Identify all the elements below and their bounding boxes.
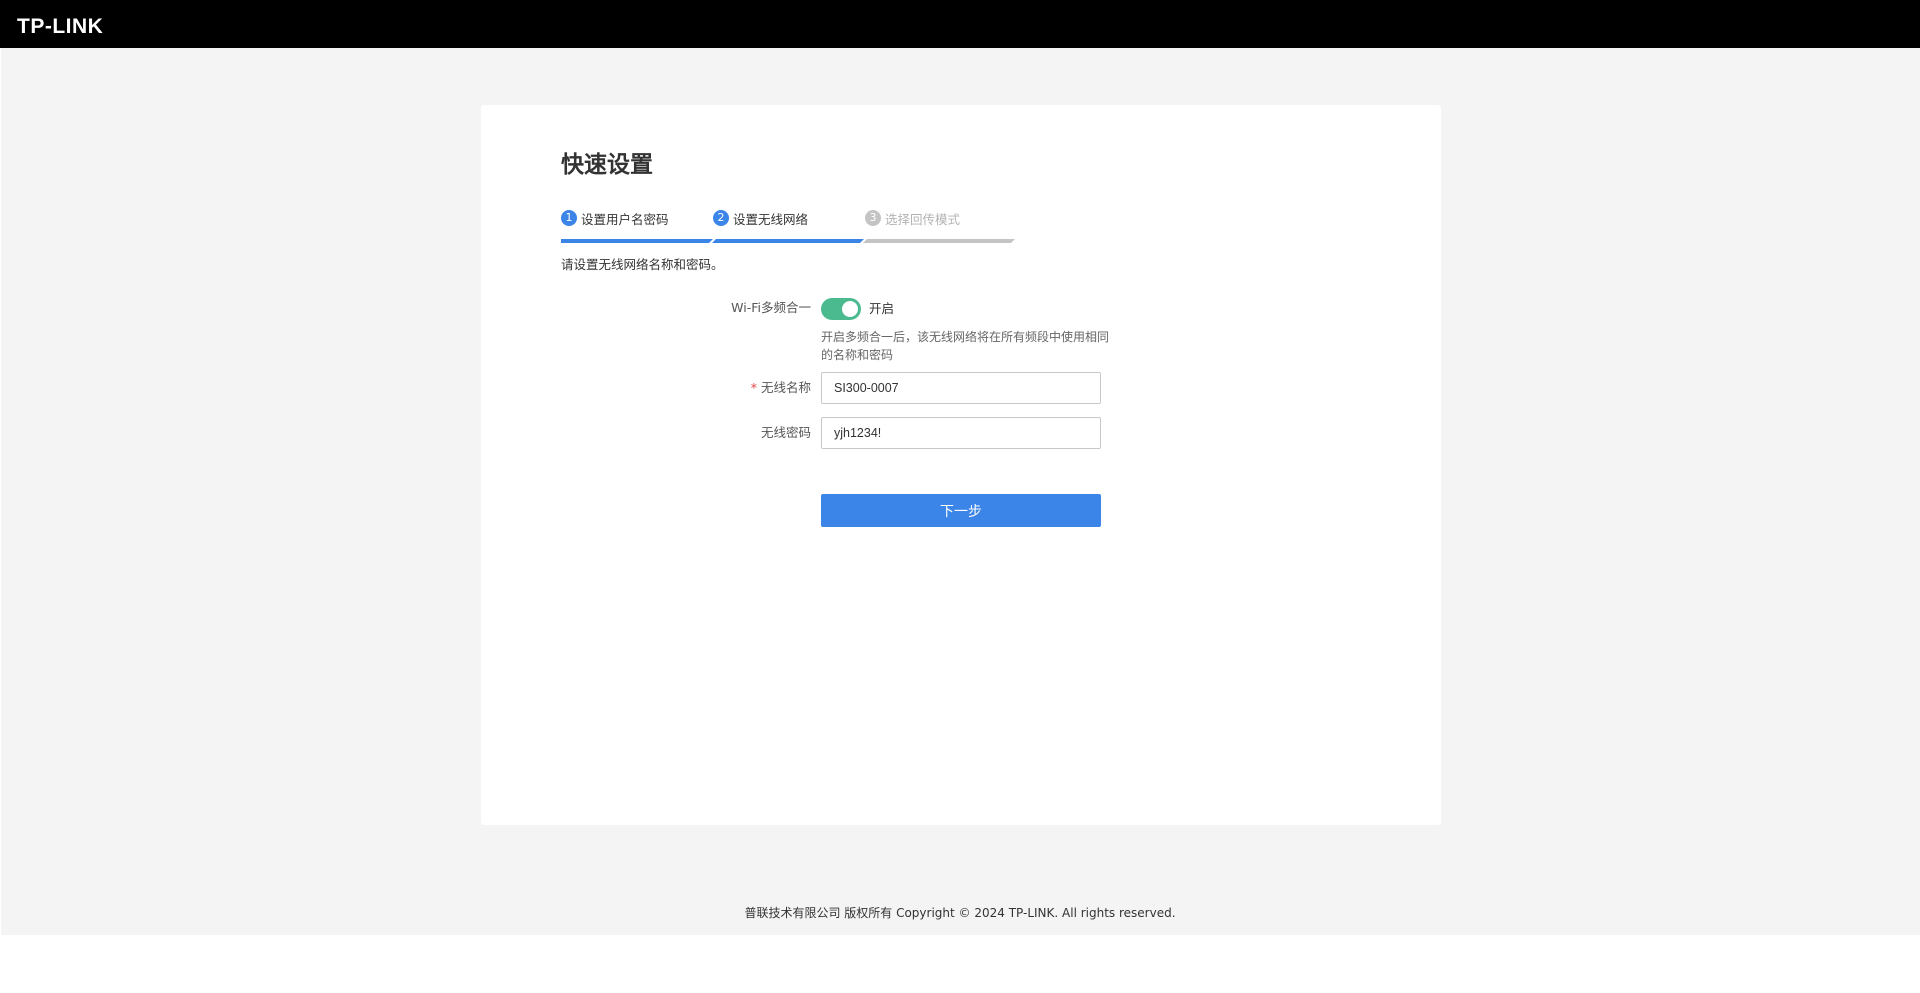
- step-1: 1 设置用户名密码: [561, 207, 669, 229]
- instruction-text: 请设置无线网络名称和密码。: [561, 257, 724, 272]
- password-input[interactable]: [821, 417, 1101, 449]
- tp-link-logo: TP-LINK: [17, 15, 104, 38]
- step-1-progress-bar: [561, 239, 713, 243]
- ssid-label: 无线名称: [760, 380, 811, 395]
- next-button[interactable]: 下一步: [821, 494, 1101, 527]
- step-1-number-icon: 1: [561, 210, 577, 226]
- toggle-knob: [842, 301, 858, 317]
- top-bar: TP-LINK: [0, 0, 1920, 48]
- step-3-label: 选择回传模式: [885, 211, 961, 227]
- band-steering-label: Wi-Fi多频合一: [731, 300, 811, 315]
- band-steering-toggle[interactable]: [821, 298, 861, 320]
- step-3: 3 选择回传模式: [865, 207, 960, 229]
- required-marker: *: [750, 380, 757, 395]
- band-steering-hint: 开启多频合一后，该无线网络将在所有频段中使用相同的名称和密码: [821, 330, 1110, 362]
- band-steering-state: 开启: [869, 301, 895, 316]
- ssid-label-row: * 无线名称: [661, 378, 811, 398]
- step-2-progress-bar: [712, 239, 864, 243]
- page-title: 快速设置: [561, 152, 653, 178]
- step-2-label: 设置无线网络: [733, 211, 809, 227]
- step-3-number-icon: 3: [865, 210, 881, 226]
- step-1-label: 设置用户名密码: [581, 211, 669, 227]
- copyright-text: 普联技术有限公司 版权所有 Copyright © 2024 TP-LINK. …: [744, 906, 1176, 920]
- step-2-number-icon: 2: [713, 210, 729, 226]
- quick-setup-card: 快速设置 1 设置用户名密码 2 设置无线网络 3 选择回传模式 请设置无线网络…: [481, 105, 1441, 825]
- step-2: 2 设置无线网络: [713, 207, 808, 229]
- password-label: 无线密码: [760, 425, 811, 440]
- ssid-input[interactable]: [821, 372, 1101, 404]
- step-3-progress-bar: [863, 239, 1015, 243]
